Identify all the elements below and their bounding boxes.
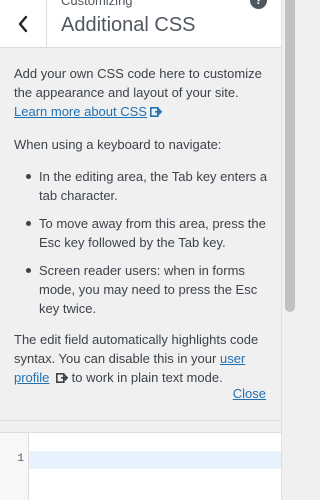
description-panel: Add your own CSS code here to customize …: [0, 48, 282, 421]
back-button[interactable]: [0, 0, 47, 47]
scrollbar-thumb[interactable]: [285, 0, 295, 312]
plain-text-suffix: to work in plain text mode.: [71, 370, 223, 385]
list-item: In the editing area, the Tab key enters …: [26, 167, 274, 205]
section-header: Customizing Additional CSS ?: [0, 0, 282, 48]
keyboard-tips-list: In the editing area, the Tab key enters …: [14, 167, 274, 318]
learn-more-css-link[interactable]: Learn more about CSS: [14, 104, 147, 119]
intro-paragraph: Add your own CSS code here to customize …: [14, 64, 274, 122]
active-line: [29, 451, 282, 469]
intro-text: Add your own CSS code here to customize …: [14, 66, 262, 100]
help-icon[interactable]: ?: [250, 0, 267, 9]
list-item: Screen reader users: when in forms mode,…: [26, 261, 274, 318]
section-title-group: Customizing Additional CSS: [61, 0, 252, 47]
customizer-panel: Customizing Additional CSS ? Add your ow…: [0, 0, 298, 500]
close-link[interactable]: Close: [233, 386, 266, 401]
scrollbar[interactable]: [281, 0, 298, 500]
description-text: Add your own CSS code here to customize …: [14, 64, 274, 401]
chevron-left-icon: [17, 15, 29, 33]
learn-more-css-label: Learn more about CSS: [14, 104, 147, 119]
css-code-editor: 1: [0, 432, 282, 500]
list-item: To move away from this area, press the E…: [26, 214, 274, 252]
css-code-input[interactable]: [29, 451, 282, 469]
external-link-icon: [149, 103, 163, 122]
keyboard-heading: When using a keyboard to navigate:: [14, 137, 222, 152]
line-number: 1: [17, 453, 24, 465]
editor-gutter: 1: [0, 433, 29, 500]
external-link-icon: [56, 369, 69, 388]
page-title: Additional CSS: [61, 14, 196, 36]
breadcrumb: Customizing: [61, 0, 133, 8]
highlight-paragraph: The edit field automatically highlights …: [14, 330, 274, 388]
